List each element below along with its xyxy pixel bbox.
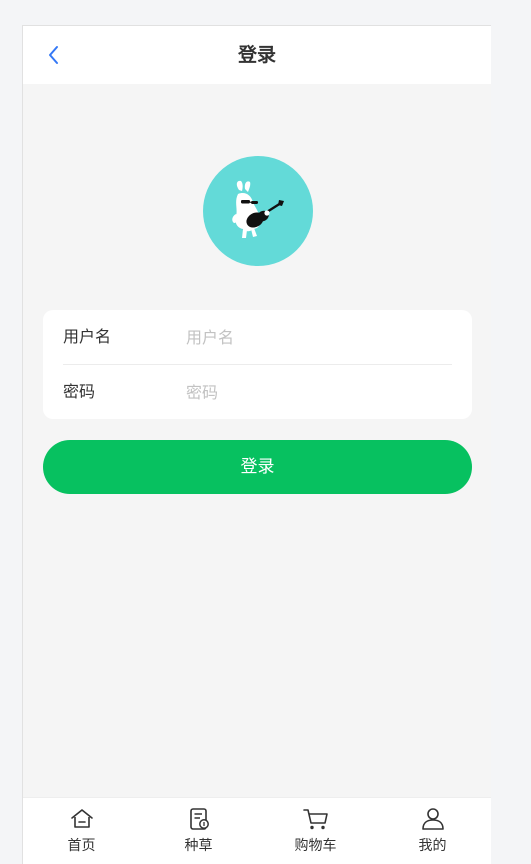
- tab-discover[interactable]: 种草: [140, 798, 257, 864]
- tab-home[interactable]: 首页: [23, 798, 140, 864]
- note-icon: [189, 808, 209, 830]
- tab-cart-label: 购物车: [294, 838, 337, 854]
- cart-icon: [302, 809, 328, 830]
- app-screen: 登录 用户名 用户名 密码 登录 首页 种草 购物车 我的: [22, 25, 491, 864]
- password-label: 密码: [63, 382, 96, 401]
- password-row: 密码: [63, 365, 452, 419]
- navbar: 登录: [23, 26, 491, 84]
- password-input[interactable]: [186, 379, 446, 405]
- user-icon: [421, 808, 444, 830]
- tab-profile[interactable]: 我的: [374, 798, 491, 864]
- avatar: [203, 156, 313, 266]
- login-form: 用户名 密码: [43, 310, 472, 419]
- login-button[interactable]: 登录: [43, 440, 472, 494]
- tab-profile-label: 我的: [418, 838, 447, 854]
- tab-home-label: 首页: [67, 838, 96, 854]
- guitar-rabbit-avatar: [232, 180, 284, 238]
- username-input[interactable]: [186, 324, 446, 350]
- tab-bar: 首页 种草 购物车 我的: [23, 797, 491, 864]
- home-icon: [70, 809, 93, 828]
- tab-cart[interactable]: 购物车: [257, 798, 374, 864]
- username-row: 用户名: [63, 310, 452, 365]
- tab-discover-label: 种草: [184, 838, 213, 854]
- page-title: 登录: [237, 44, 276, 66]
- username-label: 用户名: [63, 327, 112, 346]
